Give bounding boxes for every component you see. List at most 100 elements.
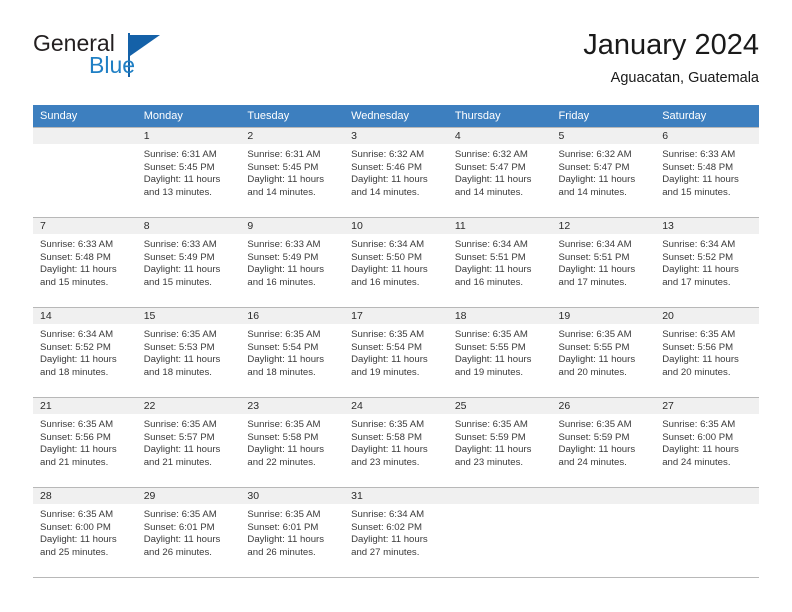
sunrise-text: Sunrise: 6:35 AM xyxy=(662,329,736,340)
calendar-day-cell[interactable]: 30 Sunrise: 6:35 AM Sunset: 6:01 PM Dayligh… xyxy=(240,487,345,578)
day-details xyxy=(655,504,759,509)
day-details: Sunrise: 6:33 AM Sunset: 5:48 PM Daylight:… xyxy=(655,144,759,199)
calendar-day-cell[interactable]: 20 Sunrise: 6:35 AM Sunset: 5:56 PM Dayligh… xyxy=(655,307,759,398)
day-details: Sunrise: 6:35 AM Sunset: 5:54 PM Daylight:… xyxy=(344,324,448,379)
calendar-day-cell[interactable]: 3 Sunrise: 6:32 AM Sunset: 5:46 PM Daylight… xyxy=(344,127,448,218)
calendar-week-row: 28 Sunrise: 6:35 AM Sunset: 6:00 PM Dayligh… xyxy=(33,487,759,578)
day-cell-inner: 19 Sunrise: 6:35 AM Sunset: 5:55 PM Dayligh… xyxy=(551,308,656,397)
sunrise-text: Sunrise: 6:35 AM xyxy=(143,509,217,520)
sunset-text: Sunset: 5:59 PM xyxy=(558,431,630,443)
daylight-text-line1: Daylight: 11 hours xyxy=(40,354,117,366)
location-subtitle: Aguacatan, Guatemala xyxy=(610,70,759,86)
calendar-day-cell[interactable]: 4 Sunrise: 6:32 AM Sunset: 5:47 PM Daylight… xyxy=(447,127,552,218)
calendar-day-cell[interactable]: 19 Sunrise: 6:35 AM Sunset: 5:55 PM Dayligh… xyxy=(551,307,656,398)
sunset-text: Sunset: 6:01 PM xyxy=(247,521,319,533)
daylight-text-line2: and 18 minutes. xyxy=(247,366,316,378)
calendar-day-cell[interactable]: 29 Sunrise: 6:35 AM Sunset: 6:01 PM Dayligh… xyxy=(136,487,241,578)
calendar-day-cell[interactable]: 7 Sunrise: 6:33 AM Sunset: 5:48 PM Daylight… xyxy=(33,217,137,308)
calendar-day-cell[interactable]: 27 Sunrise: 6:35 AM Sunset: 6:00 PM Dayligh… xyxy=(655,397,759,488)
calendar-day-cell[interactable]: 31 Sunrise: 6:34 AM Sunset: 6:02 PM Dayligh… xyxy=(344,487,448,578)
daylight-text-line1: Daylight: 11 hours xyxy=(662,174,739,186)
daylight-text-line2: and 20 minutes. xyxy=(662,366,731,378)
day-cell-inner: 21 Sunrise: 6:35 AM Sunset: 5:56 PM Dayligh… xyxy=(33,398,137,487)
day-number: 23 xyxy=(240,398,345,414)
day-cell-inner: 4 Sunrise: 6:32 AM Sunset: 5:47 PM Daylight… xyxy=(447,128,552,217)
day-cell-inner: 1 Sunrise: 6:31 AM Sunset: 5:45 PM Daylight… xyxy=(136,128,241,217)
sunset-text: Sunset: 5:54 PM xyxy=(247,341,319,353)
calendar-day-cell[interactable]: 5 Sunrise: 6:32 AM Sunset: 5:47 PM Daylight… xyxy=(551,127,656,218)
day-details: Sunrise: 6:35 AM Sunset: 5:58 PM Daylight:… xyxy=(344,414,448,469)
daylight-text-line2: and 17 minutes. xyxy=(662,276,731,288)
calendar-day-cell[interactable]: 8 Sunrise: 6:33 AM Sunset: 5:49 PM Daylight… xyxy=(136,217,241,308)
day-number: 11 xyxy=(447,218,552,234)
daylight-text-line2: and 26 minutes. xyxy=(143,546,212,558)
daylight-text-line2: and 14 minutes. xyxy=(351,186,420,198)
calendar-day-cell[interactable]: 23 Sunrise: 6:35 AM Sunset: 5:58 PM Dayligh… xyxy=(240,397,345,488)
weekday-header-tuesday: Tuesday xyxy=(240,105,345,128)
sunrise-text: Sunrise: 6:35 AM xyxy=(351,329,425,340)
general-blue-logo[interactable]: General Blue xyxy=(33,30,163,86)
day-cell-inner: 27 Sunrise: 6:35 AM Sunset: 6:00 PM Dayligh… xyxy=(655,398,759,487)
day-cell-inner: 24 Sunrise: 6:35 AM Sunset: 5:58 PM Dayligh… xyxy=(344,398,448,487)
calendar-day-cell[interactable]: 21 Sunrise: 6:35 AM Sunset: 5:56 PM Dayligh… xyxy=(33,397,137,488)
daylight-text-line2: and 14 minutes. xyxy=(247,186,316,198)
daylight-text-line1: Daylight: 11 hours xyxy=(662,264,739,276)
calendar-day-cell[interactable]: 22 Sunrise: 6:35 AM Sunset: 5:57 PM Dayligh… xyxy=(136,397,241,488)
page-title: January 2024 xyxy=(583,29,759,61)
day-number: 5 xyxy=(551,128,656,144)
day-cell-inner: 13 Sunrise: 6:34 AM Sunset: 5:52 PM Dayligh… xyxy=(655,218,759,307)
weekday-header-sunday: Sunday xyxy=(33,105,137,128)
sunrise-text: Sunrise: 6:35 AM xyxy=(351,419,425,430)
daylight-text-line2: and 19 minutes. xyxy=(454,366,524,378)
sunset-text: Sunset: 5:56 PM xyxy=(40,431,111,443)
calendar-day-cell[interactable]: 10 Sunrise: 6:34 AM Sunset: 5:50 PM Dayligh… xyxy=(344,217,448,308)
sunrise-text: Sunrise: 6:31 AM xyxy=(247,149,321,160)
calendar-day-cell[interactable]: 26 Sunrise: 6:35 AM Sunset: 5:59 PM Dayligh… xyxy=(551,397,656,488)
daylight-text-line1: Daylight: 11 hours xyxy=(351,174,428,186)
sunrise-text: Sunrise: 6:35 AM xyxy=(143,419,217,430)
calendar-day-cell[interactable]: 13 Sunrise: 6:34 AM Sunset: 5:52 PM Dayligh… xyxy=(655,217,759,308)
calendar-day-cell[interactable]: 17 Sunrise: 6:35 AM Sunset: 5:54 PM Dayligh… xyxy=(344,307,448,398)
sunset-text: Sunset: 5:58 PM xyxy=(247,431,319,443)
daylight-text-line2: and 26 minutes. xyxy=(247,546,316,558)
calendar-day-cell[interactable]: 28 Sunrise: 6:35 AM Sunset: 6:00 PM Dayligh… xyxy=(33,487,137,578)
calendar-page: General Blue January 2024 Aguacatan, Gua… xyxy=(0,0,792,612)
daylight-text-line1: Daylight: 11 hours xyxy=(662,354,739,366)
sunrise-text: Sunrise: 6:34 AM xyxy=(558,239,632,250)
day-number: 3 xyxy=(344,128,448,144)
sunset-text: Sunset: 5:51 PM xyxy=(454,251,526,263)
day-details: Sunrise: 6:32 AM Sunset: 5:47 PM Daylight:… xyxy=(552,144,656,199)
day-number: 7 xyxy=(33,218,137,234)
daylight-text-line1: Daylight: 11 hours xyxy=(247,264,325,276)
sunset-text: Sunset: 5:51 PM xyxy=(558,251,630,263)
sunset-text: Sunset: 6:00 PM xyxy=(40,521,111,533)
day-number: 1 xyxy=(136,128,241,144)
daylight-text-line2: and 23 minutes. xyxy=(351,456,420,468)
daylight-text-line2: and 15 minutes. xyxy=(143,276,212,288)
sunset-text: Sunset: 5:49 PM xyxy=(247,251,319,263)
calendar-day-cell[interactable]: 25 Sunrise: 6:35 AM Sunset: 5:59 PM Dayligh… xyxy=(447,397,552,488)
day-details: Sunrise: 6:35 AM Sunset: 5:58 PM Daylight:… xyxy=(240,414,344,469)
calendar-day-cell[interactable]: 1 Sunrise: 6:31 AM Sunset: 5:45 PM Daylight… xyxy=(136,127,241,218)
day-cell-inner: 22 Sunrise: 6:35 AM Sunset: 5:57 PM Dayligh… xyxy=(136,398,241,487)
daylight-text-line2: and 24 minutes. xyxy=(662,456,731,468)
daylight-text-line1: Daylight: 11 hours xyxy=(662,444,739,456)
calendar-day-cell[interactable]: 14 Sunrise: 6:34 AM Sunset: 5:52 PM Dayligh… xyxy=(33,307,137,398)
calendar-day-cell[interactable]: 24 Sunrise: 6:35 AM Sunset: 5:58 PM Dayligh… xyxy=(344,397,448,488)
calendar-day-cell[interactable]: 16 Sunrise: 6:35 AM Sunset: 5:54 PM Dayligh… xyxy=(240,307,345,398)
calendar-day-cell[interactable]: 6 Sunrise: 6:33 AM Sunset: 5:48 PM Daylight… xyxy=(655,127,759,218)
day-details: Sunrise: 6:31 AM Sunset: 5:45 PM Daylight:… xyxy=(240,144,344,199)
calendar-week-row: 14 Sunrise: 6:34 AM Sunset: 5:52 PM Dayligh… xyxy=(33,307,759,398)
calendar-day-cell[interactable]: 12 Sunrise: 6:34 AM Sunset: 5:51 PM Dayligh… xyxy=(551,217,656,308)
day-details: Sunrise: 6:31 AM Sunset: 5:45 PM Daylight:… xyxy=(137,144,241,199)
sunset-text: Sunset: 5:48 PM xyxy=(662,161,734,173)
sunset-text: Sunset: 5:49 PM xyxy=(143,251,215,263)
sunset-text: Sunset: 5:52 PM xyxy=(40,341,111,353)
calendar-day-cell[interactable]: 2 Sunrise: 6:31 AM Sunset: 5:45 PM Daylight… xyxy=(240,127,345,218)
calendar-day-cell[interactable]: 11 Sunrise: 6:34 AM Sunset: 5:51 PM Dayligh… xyxy=(447,217,552,308)
day-details: Sunrise: 6:33 AM Sunset: 5:49 PM Daylight:… xyxy=(240,234,344,289)
calendar-day-cell[interactable]: 15 Sunrise: 6:35 AM Sunset: 5:53 PM Dayligh… xyxy=(136,307,241,398)
calendar-day-cell[interactable]: 9 Sunrise: 6:33 AM Sunset: 5:49 PM Daylight… xyxy=(240,217,345,308)
daylight-text-line2: and 17 minutes. xyxy=(558,276,627,288)
calendar-day-cell[interactable]: 18 Sunrise: 6:35 AM Sunset: 5:55 PM Dayligh… xyxy=(447,307,552,398)
